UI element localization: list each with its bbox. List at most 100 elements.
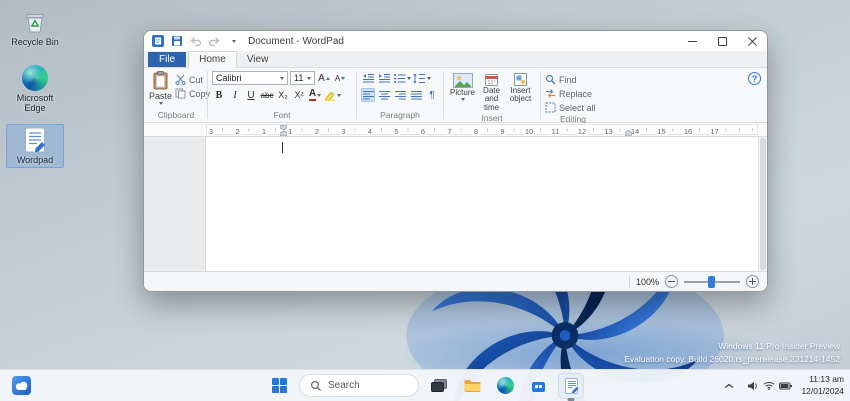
wordpad-taskbar-button[interactable] [558,373,584,399]
insert-object-button[interactable]: Insert object [506,71,535,112]
start-button[interactable] [266,373,292,399]
font-color-button[interactable]: A [308,88,322,102]
ruler-number: 2 [314,127,320,136]
recycle-bin-icon [22,9,48,35]
scrollbar-thumb[interactable] [760,138,766,270]
paragraph-dialog-button[interactable]: ¶ [425,88,439,102]
status-bar: 100% [144,271,767,291]
align-left-button[interactable] [361,88,375,102]
strikethrough-button[interactable]: abc [260,88,274,102]
maximize-button[interactable] [707,31,737,51]
font-size-select[interactable]: 11 [290,71,315,85]
minimize-button[interactable] [677,31,707,51]
wordpad-window: Document - WordPad File Home View [143,30,768,292]
ruler: 3211234567891011121314151617 [144,123,767,137]
font-group: Calibri 11 A A [209,68,355,122]
pilcrow-icon: ¶ [429,90,434,101]
system-tray[interactable] [743,378,796,394]
decrease-indent-button[interactable] [361,71,375,85]
task-view-button[interactable] [426,373,452,399]
replace-button[interactable]: Replace [545,88,596,99]
edge-icon [22,65,48,91]
desktop-icon-label: Recycle Bin [11,37,59,47]
align-right-button[interactable] [393,88,407,102]
insert-datetime-button[interactable]: Date and time [477,71,506,112]
task-view-icon [431,379,447,393]
right-indent-marker-icon[interactable] [625,130,632,136]
desktop-icon-wordpad[interactable]: Wordpad [6,124,64,168]
subscript-button[interactable]: X₂ [276,88,290,102]
object-icon [514,73,527,86]
ruler-number: 7 [446,127,452,136]
zoom-in-button[interactable] [746,275,759,288]
copy-button[interactable]: Copy [175,88,210,99]
tray-chevron-button[interactable] [720,373,738,399]
open-app-indicator [568,398,575,401]
increase-indent-button[interactable] [377,71,391,85]
window-title: Document - WordPad [248,36,677,47]
search-box[interactable]: Search [299,374,419,397]
dropdown-caret-icon [427,77,431,80]
document-page[interactable] [206,137,758,271]
shrink-font-button[interactable]: A [333,71,347,85]
underline-button[interactable]: U [244,88,258,102]
zoom-level: 100% [636,277,659,287]
calendar-icon [485,73,498,86]
justify-button[interactable] [409,88,423,102]
ruler-number: 3 [208,127,214,136]
undo-icon[interactable] [188,34,203,49]
document-area [144,137,767,271]
line-spacing-button[interactable] [413,71,431,85]
ruler-number: 5 [393,127,399,136]
select-all-button[interactable]: Select all [545,102,596,113]
grow-font-button[interactable]: A [317,71,331,85]
save-icon[interactable] [169,34,184,49]
titlebar[interactable]: Document - WordPad [144,31,767,51]
edge-button[interactable] [492,373,518,399]
desktop-icon-microsoft-edge[interactable]: Microsoft Edge [6,62,64,117]
font-family-select[interactable]: Calibri [212,71,288,85]
indent-marker-icon[interactable] [280,125,287,136]
cut-button[interactable]: Cut [175,74,210,85]
cut-icon [175,74,186,85]
widgets-button[interactable] [8,373,34,399]
paste-button[interactable]: Paste [149,71,172,109]
file-explorer-button[interactable] [459,373,485,399]
clock-date: 12/01/2024 [801,386,844,397]
dropdown-caret-icon [307,77,311,80]
bold-button[interactable]: B [212,88,226,102]
help-button[interactable]: ? [748,72,761,85]
store-button[interactable] [525,373,551,399]
close-button[interactable] [737,31,767,51]
insert-picture-button[interactable]: Picture [448,71,477,112]
zoom-slider-thumb[interactable] [708,276,715,288]
ruler-number: 12 [577,127,587,136]
tab-home[interactable]: Home [188,51,237,68]
customize-toolbar-caret-icon[interactable] [226,34,241,49]
ruler-number: 17 [709,127,719,136]
zoom-slider[interactable] [684,281,740,283]
tab-file[interactable]: File [148,52,186,67]
widgets-icon [12,376,31,395]
desktop-icon-recycle-bin[interactable]: Recycle Bin [6,6,64,50]
find-button[interactable]: Find [545,74,596,85]
align-center-button[interactable] [377,88,391,102]
redo-icon[interactable] [207,34,222,49]
watermark-line2: Evaluation copy. Build 26020.rs_prerelea… [624,353,840,365]
list-button[interactable] [393,71,411,85]
copy-icon [175,88,186,99]
zoom-out-button[interactable] [665,275,678,288]
highlight-color-button[interactable] [324,88,341,102]
line-spacing-icon [413,73,426,84]
edge-icon [497,377,514,394]
store-icon [531,378,546,393]
clipboard-group-label: Clipboard [146,109,206,122]
desktop-icon-label: Wordpad [17,155,53,165]
clock[interactable]: 11:13 am 12/01/2024 [801,374,844,396]
vertical-scrollbar[interactable] [758,137,767,271]
tab-view[interactable]: View [237,52,279,67]
watermark-line1: Windows 11 Pro Insider Preview [624,340,840,352]
align-left-icon [362,90,375,101]
italic-button[interactable]: I [228,88,242,102]
superscript-button[interactable]: X² [292,88,306,102]
